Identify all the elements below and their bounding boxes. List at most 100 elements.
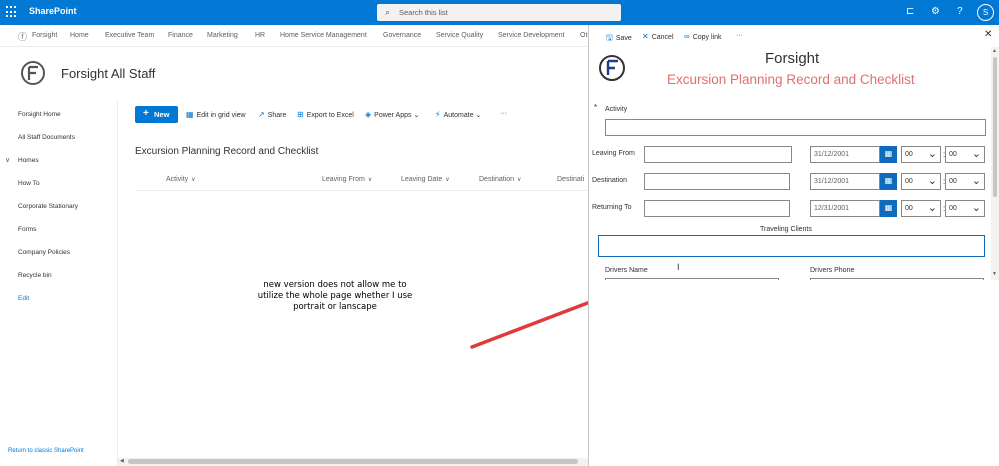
chevron-down-icon: ⌄ <box>927 175 937 187</box>
power-apps-button[interactable]: ◈ Power Apps ⌄ <box>365 110 419 119</box>
more-options-icon[interactable]: ··· <box>736 32 743 39</box>
returning-to-input[interactable] <box>644 200 790 217</box>
calendar-icon[interactable]: ▦ <box>880 146 897 163</box>
returning-hour-select[interactable]: 00 ⌄ <box>901 200 941 217</box>
save-button[interactable]: 🖫 Save <box>606 32 632 46</box>
calendar-icon[interactable]: ▦ <box>880 173 897 190</box>
scroll-down-icon[interactable]: ▼ <box>992 271 997 277</box>
nav-item-how-to[interactable]: How To <box>18 180 40 187</box>
hub-item-home[interactable]: Home <box>70 32 89 39</box>
text-cursor-icon: I <box>677 262 680 272</box>
form-vertical-scrollbar[interactable]: ▲ ▼ <box>991 47 999 280</box>
site-title[interactable]: Forsight All Staff <box>61 66 155 81</box>
chevron-down-icon[interactable]: ∨ <box>5 156 10 164</box>
help-icon[interactable]: ? <box>957 5 963 19</box>
drivers-phone-input[interactable] <box>810 278 984 280</box>
nav-item-recycle-bin[interactable]: Recycle bin <box>18 272 52 279</box>
nav-item-all-staff-documents[interactable]: All Staff Documents <box>18 134 75 141</box>
traveling-clients-input[interactable] <box>598 235 985 257</box>
search-box[interactable]: ⌕ Search this list <box>377 4 621 21</box>
megaphone-icon[interactable]: ⊏ <box>906 5 914 19</box>
column-label: Destinati <box>557 176 585 183</box>
drivers-phone-label: Drivers Phone <box>810 267 855 274</box>
nav-item-homes[interactable]: Homes <box>18 157 39 164</box>
automate-button[interactable]: ⚡ Automate ⌄ <box>435 110 481 119</box>
activity-input[interactable] <box>605 119 986 136</box>
destination-hour-select[interactable]: 00 ⌄ <box>901 173 941 190</box>
nav-item-corporate-stationary[interactable]: Corporate Stationary <box>18 203 78 210</box>
annotation-note: new version does not allow me to utilize… <box>257 280 413 312</box>
destination-input[interactable] <box>644 173 790 190</box>
more-options-icon[interactable]: ··· <box>500 110 507 117</box>
chevron-down-icon: ⌄ <box>413 112 420 119</box>
scroll-left-icon[interactable]: ◀ <box>120 458 124 464</box>
chevron-down-icon: ∨ <box>367 177 373 183</box>
column-label: Destination <box>479 176 515 183</box>
returning-minute-select[interactable]: 00 ⌄ <box>945 200 985 217</box>
hub-item-hr[interactable]: HR <box>255 32 265 39</box>
column-header-destination-2[interactable]: Destinati <box>557 176 584 183</box>
leaving-date-picker[interactable]: 31/12/2001 <box>810 146 880 163</box>
leaving-from-input[interactable] <box>644 146 792 163</box>
nav-item-forsight-home[interactable]: Forsight Home <box>18 111 61 118</box>
avatar[interactable]: S <box>977 4 994 21</box>
hub-item-forsight[interactable]: Forsight <box>32 32 57 39</box>
leaving-minute-select[interactable]: 00 ⌄ <box>945 146 985 163</box>
sharepoint-brand[interactable]: SharePoint <box>29 6 77 16</box>
column-header-leaving-date[interactable]: Leaving Date ∨ <box>401 176 450 183</box>
new-button[interactable]: + New <box>135 106 178 123</box>
form-logo-icon <box>599 55 625 81</box>
calendar-icon[interactable]: ▦ <box>880 200 897 217</box>
nav-item-forms[interactable]: Forms <box>18 226 36 233</box>
hub-item-service-quality[interactable]: Service Quality <box>436 32 483 39</box>
hub-item-service-development[interactable]: Service Development <box>498 32 565 39</box>
share-label: Share <box>267 112 287 119</box>
chevron-down-icon: ∨ <box>517 177 522 183</box>
automate-icon: ⚡ <box>435 110 441 119</box>
hub-item-executive-team[interactable]: Executive Team <box>105 32 154 39</box>
minute-value: 00 <box>949 178 957 185</box>
leaving-hour-select[interactable]: 00 ⌄ <box>901 146 941 163</box>
app-launcher-icon[interactable] <box>6 6 18 18</box>
hub-item-finance[interactable]: Finance <box>168 32 193 39</box>
returning-date-picker[interactable]: 12/31/2001 <box>810 200 880 217</box>
column-label: Leaving From <box>322 176 365 183</box>
destination-date-picker[interactable]: 31/12/2001 <box>810 173 880 190</box>
date-value: 31/12/2001 <box>814 178 850 185</box>
gear-icon[interactable]: ⚙ <box>931 5 940 19</box>
copy-link-button[interactable]: ∞ Copy link <box>684 32 722 41</box>
command-bar: + New ▦ Edit in grid view ↗ Share ⊞ Export … <box>118 101 588 127</box>
drivers-name-input[interactable] <box>605 278 779 280</box>
scroll-up-icon[interactable]: ▲ <box>992 48 997 54</box>
form-header-title: Forsight <box>765 50 820 67</box>
column-header-destination[interactable]: Destination ∨ <box>479 176 521 183</box>
panel-close-icon[interactable]: ✕ <box>984 29 992 40</box>
search-icon: ⌕ <box>385 7 391 17</box>
traveling-clients-label: Traveling Clients <box>760 226 812 233</box>
export-excel-button[interactable]: ⊞ Export to Excel <box>297 110 354 119</box>
hub-item-governance[interactable]: Governance <box>383 32 421 39</box>
nav-item-company-policies[interactable]: Company Policies <box>18 249 70 256</box>
excel-icon: ⊞ <box>297 110 304 119</box>
close-icon: ✕ <box>642 32 649 41</box>
return-to-classic-link[interactable]: Return to classic SharePoint <box>8 448 84 454</box>
returning-to-label: Returning To <box>592 204 632 211</box>
hub-item-home-service-management[interactable]: Home Service Management <box>280 32 367 39</box>
chevron-down-icon: ⌄ <box>475 112 482 119</box>
chevron-down-icon: ⌄ <box>927 202 937 214</box>
destination-minute-select[interactable]: 00 ⌄ <box>945 173 985 190</box>
share-button[interactable]: ↗ Share <box>258 110 286 119</box>
column-header-activity[interactable]: Activity ∨ <box>166 176 196 183</box>
edit-grid-view-button[interactable]: ▦ Edit in grid view <box>186 110 246 119</box>
nav-edit-link[interactable]: Edit <box>18 295 29 302</box>
scrollbar-thumb[interactable] <box>128 459 578 464</box>
activity-label: Activity <box>605 106 628 113</box>
hub-item-marketing[interactable]: Marketing <box>207 32 238 39</box>
site-logo-icon[interactable] <box>20 60 46 86</box>
grid-icon: ▦ <box>186 110 194 119</box>
scrollbar-thumb[interactable] <box>993 57 997 197</box>
column-header-leaving-from[interactable]: Leaving From ∨ <box>322 176 372 183</box>
cancel-button[interactable]: ✕ Cancel <box>642 32 674 41</box>
hub-item-other[interactable]: Ot <box>580 32 587 39</box>
horizontal-scrollbar[interactable]: ◀ <box>118 458 588 466</box>
